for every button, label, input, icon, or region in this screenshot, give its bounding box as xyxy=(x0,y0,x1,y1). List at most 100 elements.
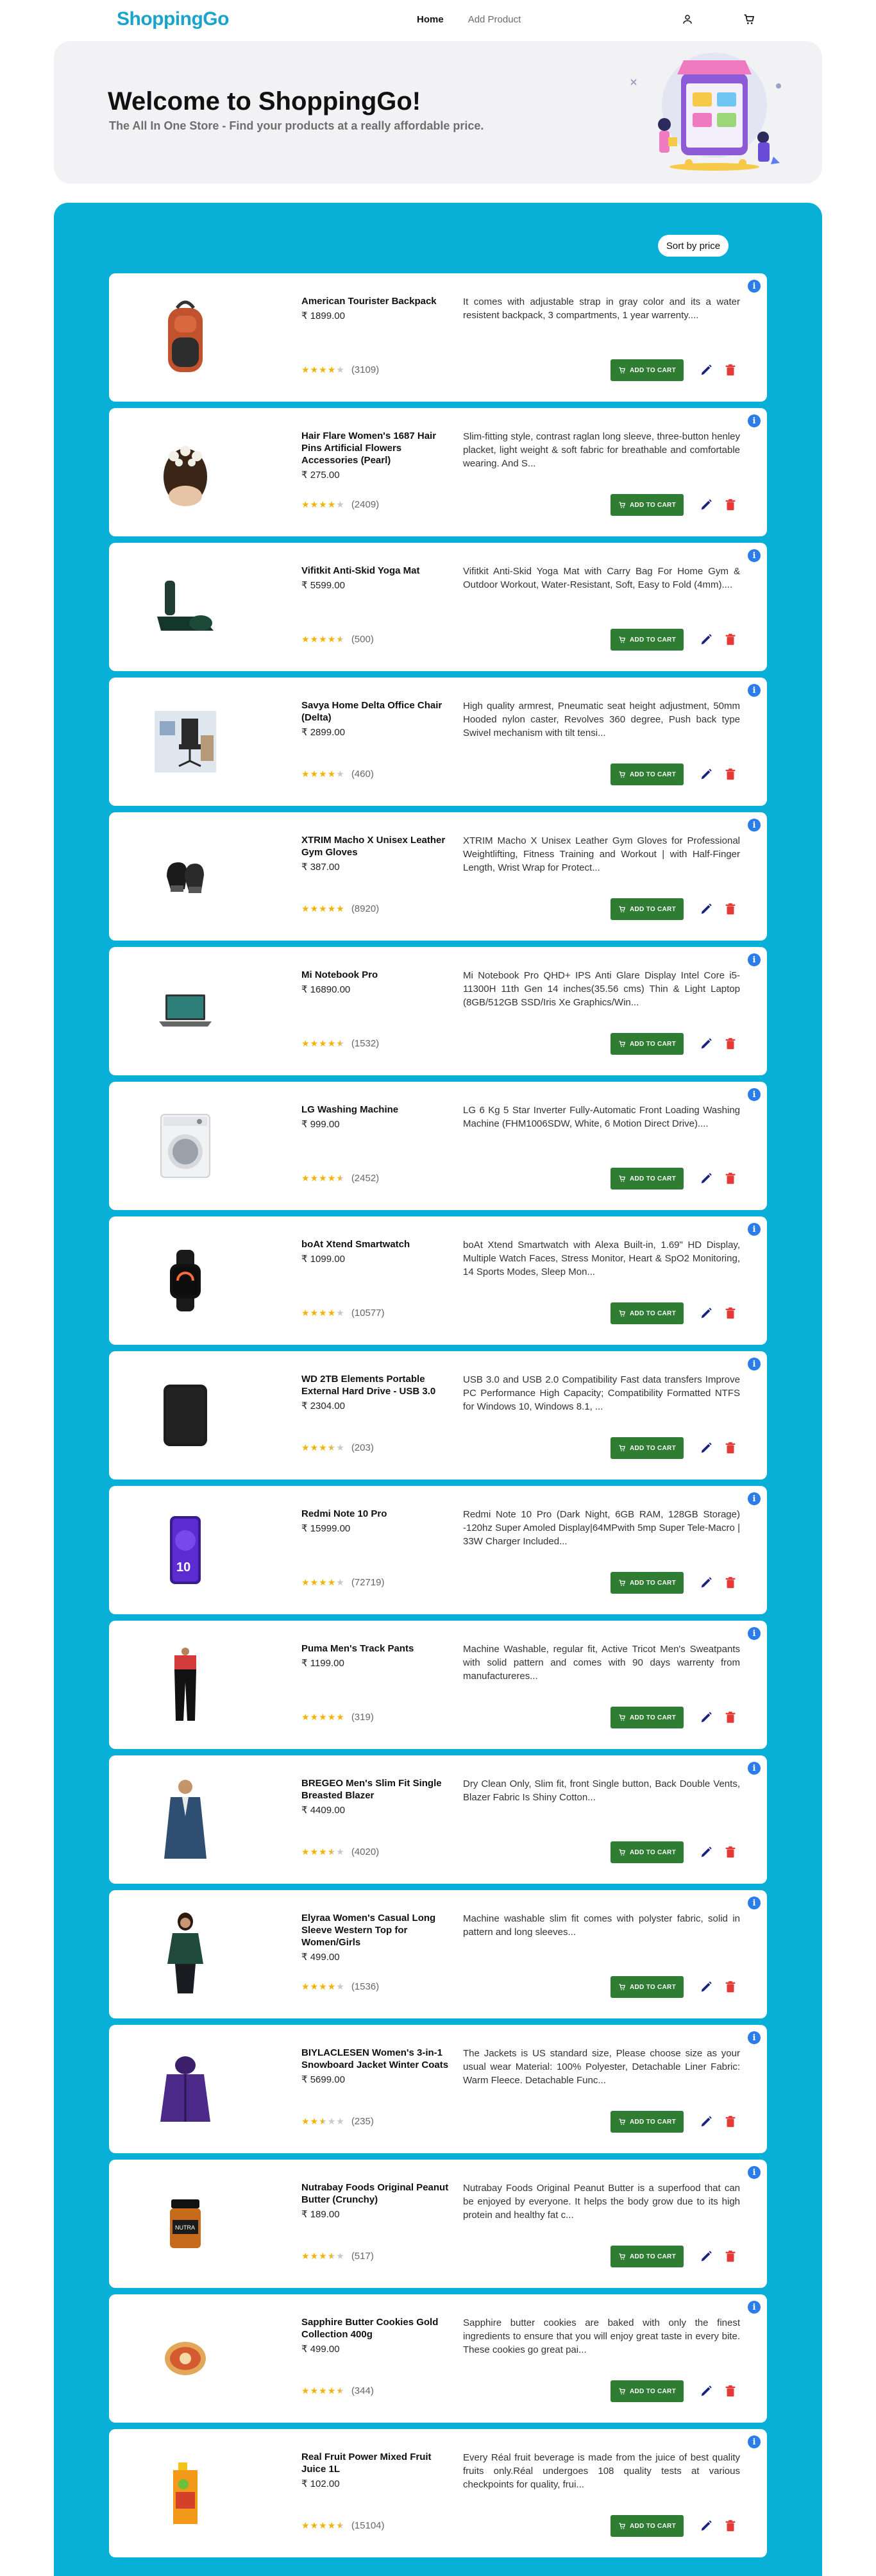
delete-icon[interactable] xyxy=(723,363,737,377)
edit-icon[interactable] xyxy=(699,2115,713,2129)
blazer-image[interactable] xyxy=(150,1776,221,1863)
info-icon[interactable]: i xyxy=(748,1492,761,1505)
edit-icon[interactable] xyxy=(699,1172,713,1186)
add-to-cart-button[interactable]: ADD TO CART xyxy=(611,898,684,920)
product-title[interactable]: American Tourister Backpack ₹ 1899.00 xyxy=(301,295,449,322)
edit-icon[interactable] xyxy=(699,1710,713,1725)
cookies-image[interactable] xyxy=(150,2315,221,2402)
product-title[interactable]: Mi Notebook Pro ₹ 16890.00 xyxy=(301,969,449,996)
product-title[interactable]: Savya Home Delta Office Chair (Delta) ₹ … xyxy=(301,699,449,738)
info-icon[interactable]: i xyxy=(748,819,761,832)
product-title[interactable]: LG Washing Machine ₹ 999.00 xyxy=(301,1104,449,1130)
add-to-cart-button[interactable]: ADD TO CART xyxy=(611,1976,684,1998)
add-to-cart-button[interactable]: ADD TO CART xyxy=(611,1302,684,1324)
add-to-cart-button[interactable]: ADD TO CART xyxy=(611,2111,684,2133)
info-icon[interactable]: i xyxy=(748,1088,761,1101)
edit-icon[interactable] xyxy=(699,633,713,647)
info-icon[interactable]: i xyxy=(748,2166,761,2179)
chair-image[interactable] xyxy=(150,698,221,785)
product-title[interactable]: Redmi Note 10 Pro ₹ 15999.00 xyxy=(301,1508,449,1535)
info-icon[interactable]: i xyxy=(748,280,761,293)
info-icon[interactable]: i xyxy=(748,1762,761,1775)
edit-icon[interactable] xyxy=(699,498,713,512)
gloves-image[interactable] xyxy=(150,833,221,920)
product-title[interactable]: XTRIM Macho X Unisex Leather Gym Gloves … xyxy=(301,834,449,873)
delete-icon[interactable] xyxy=(723,1306,737,1320)
add-to-cart-button[interactable]: ADD TO CART xyxy=(611,1168,684,1190)
edit-icon[interactable] xyxy=(699,1980,713,1994)
washing-machine-image[interactable] xyxy=(150,1102,221,1190)
edit-icon[interactable] xyxy=(699,1306,713,1320)
product-title[interactable]: Puma Men's Track Pants ₹ 1199.00 xyxy=(301,1642,449,1669)
user-icon[interactable] xyxy=(680,12,695,27)
product-title[interactable]: WD 2TB Elements Portable External Hard D… xyxy=(301,1373,449,1412)
delete-icon[interactable] xyxy=(723,1710,737,1725)
add-to-cart-button[interactable]: ADD TO CART xyxy=(611,1707,684,1728)
product-title[interactable]: BREGEO Men's Slim Fit Single Breasted Bl… xyxy=(301,1777,449,1816)
delete-icon[interactable] xyxy=(723,1172,737,1186)
laptop-image[interactable] xyxy=(150,968,221,1055)
info-icon[interactable]: i xyxy=(748,2435,761,2448)
info-icon[interactable]: i xyxy=(748,1223,761,1236)
add-to-cart-button[interactable]: ADD TO CART xyxy=(611,1437,684,1459)
product-title[interactable]: BIYLACLESEN Women's 3-in-1 Snowboard Jac… xyxy=(301,2047,449,2086)
edit-icon[interactable] xyxy=(699,1576,713,1590)
juice-image[interactable] xyxy=(150,2450,221,2537)
delete-icon[interactable] xyxy=(723,498,737,512)
delete-icon[interactable] xyxy=(723,633,737,647)
delete-icon[interactable] xyxy=(723,1980,737,1994)
add-to-cart-button[interactable]: ADD TO CART xyxy=(611,2515,684,2537)
add-to-cart-button[interactable]: ADD TO CART xyxy=(611,1572,684,1594)
edit-icon[interactable] xyxy=(699,902,713,916)
add-to-cart-button[interactable]: ADD TO CART xyxy=(611,2380,684,2402)
info-icon[interactable]: i xyxy=(748,549,761,562)
hairpin-image[interactable] xyxy=(150,429,221,516)
product-title[interactable]: Hair Flare Women's 1687 Hair Pins Artifi… xyxy=(301,430,449,481)
info-icon[interactable]: i xyxy=(748,1358,761,1370)
info-icon[interactable]: i xyxy=(748,1897,761,1909)
nav-add-product-link[interactable]: Add Product xyxy=(468,14,521,25)
top-image[interactable] xyxy=(150,1911,221,1998)
phone-image[interactable]: 10 xyxy=(150,1506,221,1594)
info-icon[interactable]: i xyxy=(748,2031,761,2044)
delete-icon[interactable] xyxy=(723,2384,737,2398)
track-pants-image[interactable] xyxy=(150,1641,221,1728)
info-icon[interactable]: i xyxy=(748,684,761,697)
add-to-cart-button[interactable]: ADD TO CART xyxy=(611,763,684,785)
info-icon[interactable]: i xyxy=(748,414,761,427)
delete-icon[interactable] xyxy=(723,767,737,781)
delete-icon[interactable] xyxy=(723,1441,737,1455)
add-to-cart-button[interactable]: ADD TO CART xyxy=(611,1033,684,1055)
product-title[interactable]: Sapphire Butter Cookies Gold Collection … xyxy=(301,2316,449,2355)
add-to-cart-button[interactable]: ADD TO CART xyxy=(611,629,684,651)
edit-icon[interactable] xyxy=(699,1845,713,1859)
product-title[interactable]: Elyraa Women's Casual Long Sleeve Wester… xyxy=(301,1912,449,1963)
delete-icon[interactable] xyxy=(723,1037,737,1051)
smartwatch-image[interactable] xyxy=(150,1237,221,1324)
edit-icon[interactable] xyxy=(699,2249,713,2264)
delete-icon[interactable] xyxy=(723,2115,737,2129)
edit-icon[interactable] xyxy=(699,2519,713,2533)
jacket-image[interactable] xyxy=(150,2045,221,2133)
delete-icon[interactable] xyxy=(723,1576,737,1590)
yoga-mat-image[interactable] xyxy=(150,563,221,651)
product-title[interactable]: Real Fruit Power Mixed Fruit Juice 1L ₹ … xyxy=(301,2451,449,2490)
delete-icon[interactable] xyxy=(723,1845,737,1859)
product-title[interactable]: Nutrabay Foods Original Peanut Butter (C… xyxy=(301,2181,449,2221)
product-title[interactable]: Vifitkit Anti-Skid Yoga Mat ₹ 5599.00 xyxy=(301,565,449,592)
product-title[interactable]: boAt Xtend Smartwatch ₹ 1099.00 xyxy=(301,1238,449,1265)
edit-icon[interactable] xyxy=(699,1441,713,1455)
delete-icon[interactable] xyxy=(723,902,737,916)
brand-logo[interactable]: ShoppingGo xyxy=(117,8,229,30)
add-to-cart-button[interactable]: ADD TO CART xyxy=(611,494,684,516)
add-to-cart-button[interactable]: ADD TO CART xyxy=(611,1841,684,1863)
nav-home-link[interactable]: Home xyxy=(417,14,444,25)
backpack-image[interactable] xyxy=(150,294,221,381)
info-icon[interactable]: i xyxy=(748,953,761,966)
info-icon[interactable]: i xyxy=(748,1627,761,1640)
sort-by-price-button[interactable]: Sort by price xyxy=(658,235,729,257)
add-to-cart-button[interactable]: ADD TO CART xyxy=(611,2246,684,2267)
peanut-butter-image[interactable]: NUTRA xyxy=(150,2180,221,2267)
cart-icon[interactable] xyxy=(741,12,757,27)
edit-icon[interactable] xyxy=(699,2384,713,2398)
